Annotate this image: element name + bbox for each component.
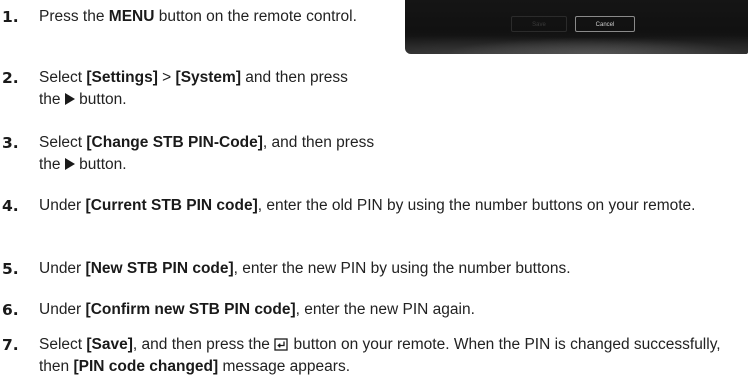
step-text-run: button. bbox=[74, 90, 127, 108]
tv-screenshot: Save Cancel bbox=[405, 0, 748, 54]
step-6: 6. Under [Confirm new STB PIN code], ent… bbox=[0, 299, 753, 321]
step-5: 5. Under [New STB PIN code], enter the n… bbox=[0, 258, 753, 280]
step-text-run: Press the bbox=[39, 8, 109, 25]
step-text: Select [Change STB PIN-Code], and then p… bbox=[39, 132, 384, 175]
step-text: Under [Confirm new STB PIN code], enter … bbox=[39, 299, 744, 321]
step-text: Press the MENU button on the remote cont… bbox=[39, 6, 357, 28]
step-text-run: , and then press the bbox=[132, 336, 275, 353]
ui-term: [Current STB PIN code] bbox=[85, 197, 258, 214]
step-text-run: button. bbox=[74, 155, 127, 173]
step-text-run: button on the remote control. bbox=[154, 8, 357, 25]
step-text-run: Select bbox=[39, 336, 87, 353]
ui-term: [Save] bbox=[86, 336, 133, 353]
step-7: 7. Select [Save], and then press the but… bbox=[0, 334, 753, 377]
screenshot-background bbox=[405, 32, 748, 54]
step-text-run: message appears. bbox=[218, 357, 350, 375]
ui-term: [New STB PIN code] bbox=[85, 260, 234, 277]
ui-term: [Settings] bbox=[86, 69, 158, 86]
ui-term: [System] bbox=[175, 69, 241, 86]
step-text-run: Under bbox=[39, 260, 86, 277]
enter-icon bbox=[274, 338, 288, 351]
step-text: Select [Settings] > [System] and then pr… bbox=[39, 67, 359, 110]
ui-term: MENU bbox=[108, 8, 155, 25]
step-number: 1. bbox=[2, 8, 19, 26]
step-3: 3. Select [Change STB PIN-Code], and the… bbox=[0, 132, 400, 175]
step-text-run: Under bbox=[39, 301, 86, 318]
ui-term: [PIN code changed] bbox=[73, 357, 219, 375]
ui-term: [Confirm new STB PIN code] bbox=[85, 301, 296, 318]
step-number: 4. bbox=[2, 197, 19, 215]
tv-cancel-button: Cancel bbox=[575, 16, 635, 32]
play-arrow-icon bbox=[64, 157, 75, 170]
step-number: 7. bbox=[2, 336, 19, 354]
play-arrow-icon bbox=[64, 92, 75, 105]
step-number: 6. bbox=[2, 301, 19, 319]
step-text-run: > bbox=[157, 69, 176, 86]
step-number: 3. bbox=[2, 134, 19, 152]
ui-term: [Change STB PIN-Code] bbox=[86, 134, 263, 151]
step-text-run: Select bbox=[39, 69, 87, 86]
step-text-run: Under bbox=[39, 197, 86, 214]
tv-save-button: Save bbox=[511, 16, 567, 32]
step-number: 2. bbox=[2, 69, 19, 87]
step-2: 2. Select [Settings] > [System] and then… bbox=[0, 67, 400, 110]
step-text-run: , enter the old PIN by using the number … bbox=[257, 197, 696, 214]
step-text-run: , enter the new PIN by using the number … bbox=[233, 260, 571, 277]
step-text: Under [Current STB PIN code], enter the … bbox=[39, 195, 744, 217]
step-number: 5. bbox=[2, 260, 19, 278]
step-text: Under [New STB PIN code], enter the new … bbox=[39, 258, 744, 280]
step-text: Select [Save], and then press the button… bbox=[39, 334, 744, 377]
step-text-run: Select bbox=[39, 134, 87, 151]
step-1: 1. Press the MENU button on the remote c… bbox=[0, 6, 360, 28]
step-4: 4. Under [Current STB PIN code], enter t… bbox=[0, 195, 753, 217]
step-text-run: , enter the new PIN again. bbox=[295, 301, 475, 318]
